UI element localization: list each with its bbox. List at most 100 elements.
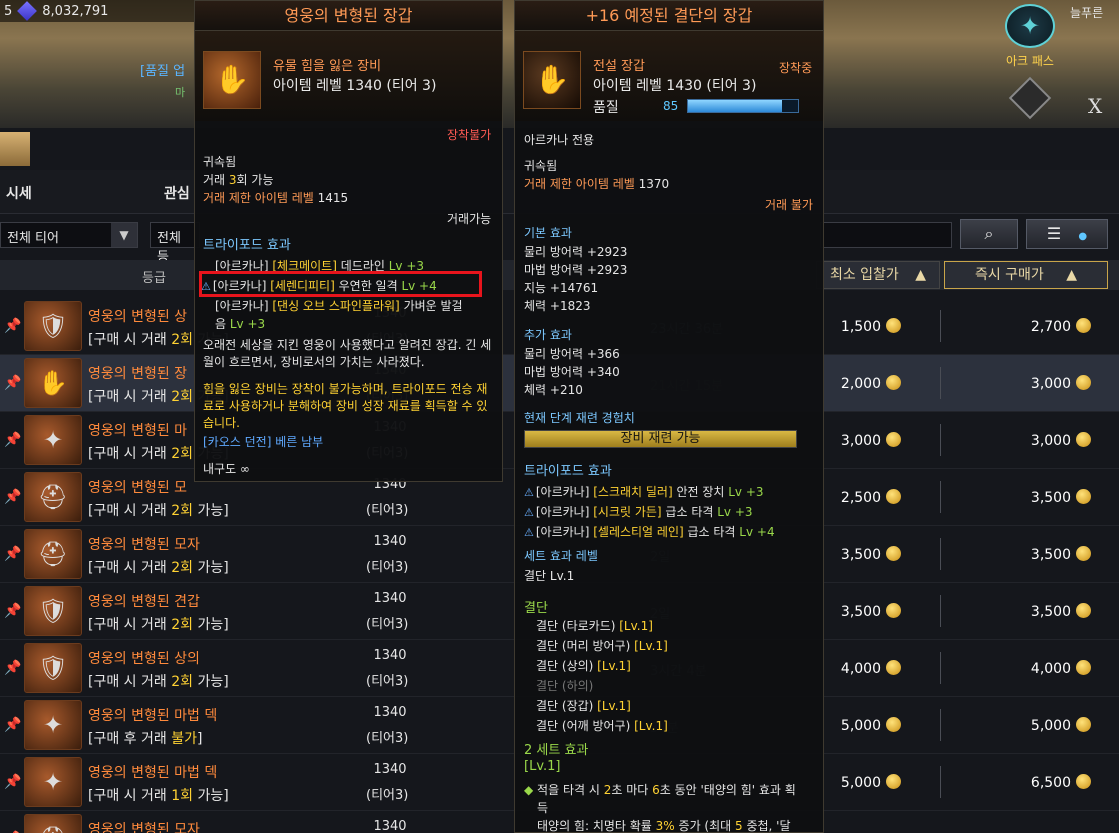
set-item-name: 결단 (머리 방어구): [536, 639, 635, 653]
column-divider: [940, 766, 941, 798]
set-level: 결단 Lv.1: [524, 569, 575, 583]
min-bid-price: 3,500: [841, 546, 901, 563]
pin-icon[interactable]: 📌: [4, 660, 21, 676]
item-name: 영웅의 변형된 장: [88, 366, 188, 382]
quality-bar-fill: [688, 100, 782, 112]
set2-effect-line2: 득: [537, 801, 549, 815]
tradeable: 거래가능: [447, 212, 492, 226]
search-button[interactable]: ⌕: [960, 219, 1018, 249]
buy-now-sort-button[interactable]: 즉시 구매가 ▲: [944, 261, 1108, 289]
item-tier: (티어3): [366, 560, 409, 575]
pin-icon[interactable]: 📌: [4, 603, 21, 619]
gold-coin-icon: [886, 432, 901, 447]
pin-icon[interactable]: 📌: [4, 432, 21, 448]
min-bid-sort-button[interactable]: 최소 입찰가 ▲: [816, 261, 940, 289]
equip-status: 장착불가: [447, 128, 492, 142]
set-name: 결단: [524, 601, 548, 616]
item-thumbnail-icon: ⛑: [24, 529, 82, 579]
sort-up-icon: ▲: [1066, 267, 1078, 283]
tab-interest[interactable]: 관심: [164, 183, 190, 203]
item-name: 영웅의 변형된 견갑: [88, 594, 200, 610]
item-tier: (티어3): [366, 788, 409, 803]
tripod-3-tail: 음 Lv +3: [215, 315, 265, 332]
column-divider: [940, 538, 941, 570]
trade-count: 2회: [171, 332, 194, 348]
item-rarity: 유물 힘을 잃은 장비: [273, 59, 382, 74]
search-input[interactable]: [820, 222, 952, 248]
pin-icon[interactable]: 📌: [4, 546, 21, 562]
effect-text: 중첩, '달: [742, 819, 791, 833]
trade-limit: 거래 제한 아이템 레벨 1415: [203, 189, 348, 206]
trade-info: [구매 후 거래 불가]: [88, 728, 202, 748]
effect-text: 증가 (최대: [674, 819, 736, 833]
tripod-effect: 가벼운 발걸: [399, 299, 463, 313]
buy-now-price: 2,700: [1031, 318, 1091, 335]
price-value: 3,500: [840, 547, 881, 563]
gold-coin-icon: [1076, 774, 1091, 789]
chevron-down-icon: ▼: [111, 223, 137, 247]
item-tier: (티어3): [366, 503, 409, 518]
item-level: 1340: [373, 705, 407, 720]
price-value: 2,000: [840, 376, 881, 392]
tripod-icon: ⚠: [524, 506, 534, 519]
item-name: 영웅의 변형된 모자: [88, 822, 200, 833]
set2-effect-line3: 태양의 힘: 치명타 확률 3% 증가 (최대 5 중첩, '달: [537, 817, 791, 833]
min-bid-label: 최소 입찰가: [829, 267, 899, 283]
detail-search-button[interactable]: ☰ ●: [1026, 219, 1108, 249]
trade-limit: 거래 제한 아이템 레벨 1370: [524, 175, 669, 192]
gold-coin-icon: [886, 603, 901, 618]
item-name: 영웅의 변형된 마법 덱: [88, 708, 218, 724]
set-item-name: 결단 (장갑): [536, 699, 598, 713]
min-bid-price: 3,500: [841, 603, 901, 620]
trade-info: [구매 시 거래 2회 가능]: [88, 500, 229, 520]
set-item-level: [Lv.1]: [597, 659, 631, 673]
buy-now-price: 3,500: [1031, 603, 1091, 620]
set-item-level: [Lv.1]: [634, 639, 668, 653]
effect-number: 3%: [655, 819, 675, 833]
price-value: 6,500: [1030, 775, 1071, 791]
pin-icon[interactable]: 📌: [4, 717, 21, 733]
trade-info: [구매 시 거래 1회 가능]: [88, 785, 229, 805]
ark-pass-button[interactable]: ✦ 아크 패스: [990, 0, 1070, 128]
pin-icon[interactable]: 📌: [4, 774, 21, 790]
item-tooltip-hovered: 영웅의 변형된 장갑 ✋ 유물 힘을 잃은 장비 아이템 레벨 1340 (티어…: [194, 0, 503, 482]
set-item: 결단 (머리 방어구) [Lv.1]: [536, 637, 668, 654]
min-bid-price: 1,500: [841, 318, 901, 335]
gold-coin-icon: [1076, 660, 1091, 675]
gold-coin-icon: [886, 717, 901, 732]
item-level: 1340: [373, 762, 407, 777]
diamond-icon[interactable]: [1008, 76, 1052, 120]
grade-column-header[interactable]: 등급: [142, 267, 166, 286]
close-button[interactable]: X: [1088, 94, 1102, 118]
gold-coin-icon: [886, 375, 901, 390]
tab-market-price[interactable]: 시세: [6, 183, 32, 203]
buy-now-label: 즉시 구매가: [974, 267, 1044, 283]
pin-icon[interactable]: 📌: [4, 318, 21, 334]
trade-count: 불가: [171, 731, 197, 747]
quality-upgrade-link[interactable]: [품질 업: [140, 60, 185, 79]
gold-coin-icon: [1076, 546, 1091, 561]
zone-label: 늘푸른: [1070, 6, 1104, 20]
tooltip-title: +16 예정된 결단의 장갑: [515, 1, 823, 31]
pin-icon[interactable]: 📌: [4, 375, 21, 391]
price-value: 3,500: [1030, 604, 1071, 620]
price-value: 2,700: [1030, 319, 1071, 335]
grade-select[interactable]: 전체 등: [150, 222, 200, 265]
gold-coin-icon: [886, 489, 901, 504]
ark-pass-label: 아크 패스: [1006, 54, 1054, 68]
basic-effect: 물리 방어력 +2923: [524, 245, 628, 259]
trade-prefix: [구매 시 거래: [88, 788, 172, 804]
tripod-prefix: [아르카나]: [535, 505, 594, 519]
tripod-skill: [스크래치 딜러]: [593, 485, 673, 499]
item-level: 1340: [373, 534, 407, 549]
tripod-level: Lv +4: [739, 525, 775, 539]
quality-upgrade-sub: 마: [175, 86, 186, 99]
pin-icon[interactable]: 📌: [4, 489, 21, 505]
description-text: 힘을 잃은 장비는 장착이 불가능하며, 트라이포드 전승 재료로 사용하거나 …: [203, 382, 488, 430]
gold-coin-icon: [1076, 489, 1091, 504]
trade-info: [구매 시 거래 2회 가능]: [88, 671, 229, 691]
trade-prefix: [구매 시 거래: [88, 617, 172, 633]
effect-number: 5: [735, 819, 743, 833]
trade-prefix: [구매 시 거래: [88, 503, 172, 519]
tier-select[interactable]: 전체 티어 ▼: [0, 222, 138, 248]
